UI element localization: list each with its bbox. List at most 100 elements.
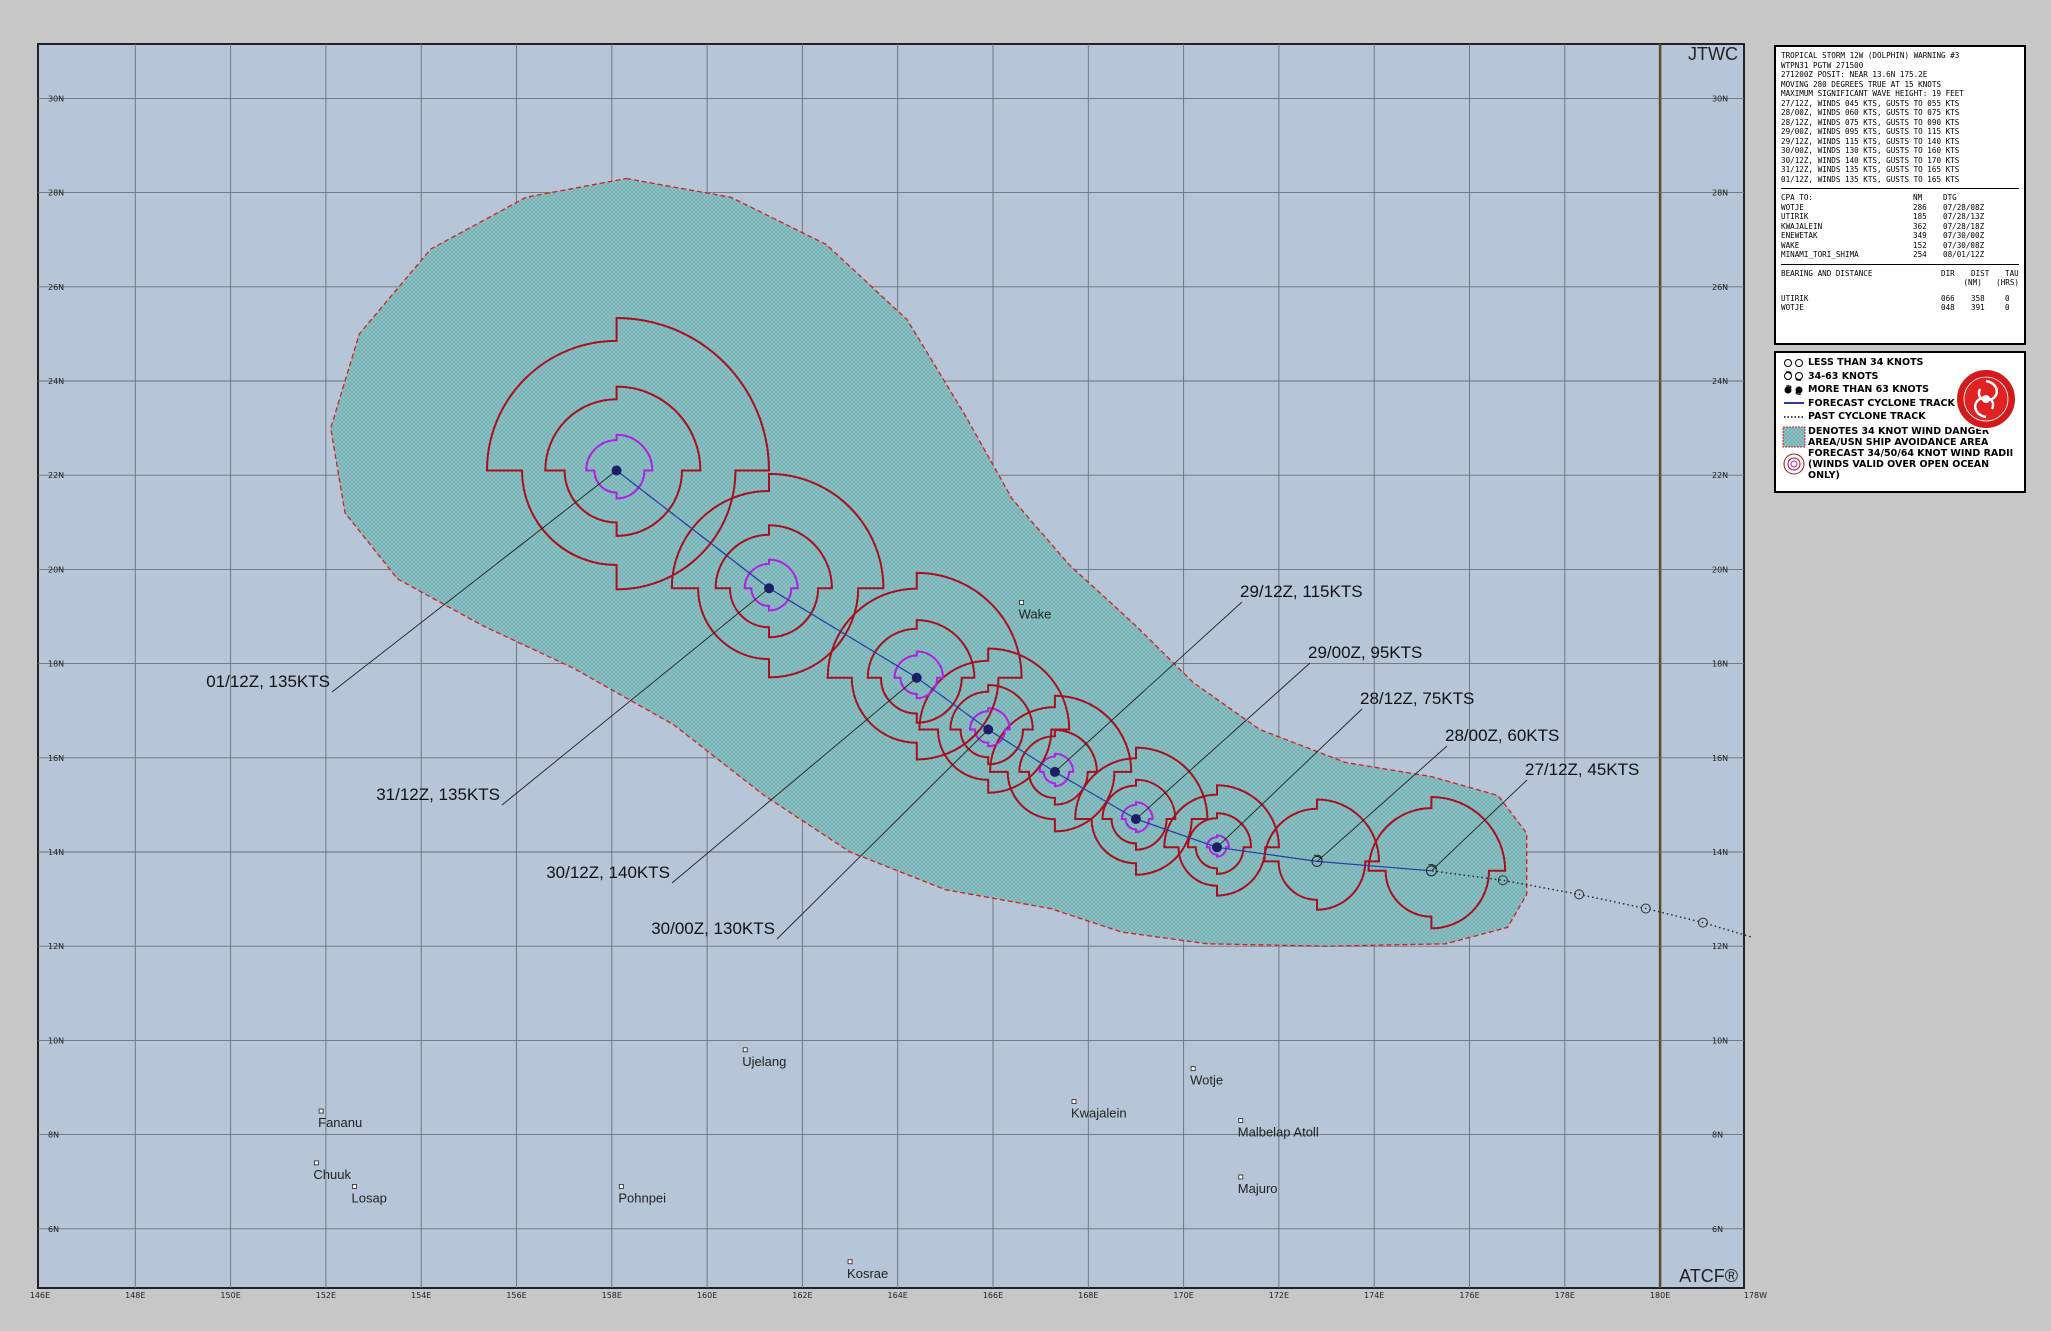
wind-radii-icon xyxy=(1780,452,1808,476)
island-label: Ujelang xyxy=(742,1054,786,1069)
cpa-cell: WOTJE xyxy=(1781,202,1804,212)
lat-tick-label: 26N xyxy=(1712,283,1728,292)
bearing-row: WOTJE 048 391 0 xyxy=(1781,303,2019,313)
solid-line-icon xyxy=(1780,400,1808,406)
cpa-cell: UTIRIK xyxy=(1781,212,1809,221)
bearing-header-nm: (NM) xyxy=(1963,278,1982,287)
island-label: Majuro xyxy=(1238,1181,1278,1196)
cpa-cell: 07/28/13Z xyxy=(1943,212,1985,221)
bearing-cell: 391 xyxy=(1971,303,1985,312)
lat-tick-label: 8N xyxy=(1712,1131,1723,1140)
legend-gt63-label: MORE THAN 63 KNOTS xyxy=(1808,384,1929,396)
cpa-cell: 07/30/08Z xyxy=(1943,240,1985,250)
island-marker xyxy=(1238,1118,1244,1123)
lat-tick-label: 20N xyxy=(48,565,64,574)
lon-tick-label: 162E xyxy=(792,1291,812,1300)
forecast-label: 01/12Z, 135KTS xyxy=(206,672,330,691)
cpa-cell: 07/28/08Z xyxy=(1943,202,1985,212)
lon-tick-label: 154E xyxy=(411,1291,431,1300)
warning-line: TROPICAL STORM 12W (DOLPHIN) WARNING #3 xyxy=(1781,51,1960,60)
island-marker xyxy=(847,1259,853,1265)
cpa-row: WAKE 152 07/30/08Z xyxy=(1781,241,2019,251)
lon-tick-label: 180E xyxy=(1650,1291,1670,1300)
lat-tick-label: 14N xyxy=(48,848,64,857)
lon-tick-label: 164E xyxy=(888,1291,908,1300)
legend-radii-label-1: FORECAST 34/50/64 KNOT WIND RADII xyxy=(1808,447,2014,459)
cpa-cell: WAKE xyxy=(1781,240,1800,250)
cpa-cell: 07/30/00Z xyxy=(1943,231,1985,240)
cpa-cell: 254 xyxy=(1913,250,1927,259)
jtwc-label: JTWC xyxy=(1688,44,1738,64)
jtwc-seal-logo xyxy=(1955,368,2017,430)
cpa-cell: KWAJALEIN xyxy=(1781,221,1823,231)
open-circle-icon xyxy=(1780,358,1808,368)
cpa-cell: 349 xyxy=(1913,231,1927,240)
storm-symbol-icon xyxy=(1780,370,1808,382)
cpa-row: MINAMI_TORI_SHIMA 254 08/01/12Z xyxy=(1781,250,2019,260)
island-marker xyxy=(1071,1099,1077,1105)
lat-tick-label: 30N xyxy=(48,94,64,103)
lon-tick-label: 146E xyxy=(30,1291,50,1300)
warning-header: TROPICAL STORM 12W (DOLPHIN) WARNING #3 W… xyxy=(1781,51,2019,184)
island-label: Wake xyxy=(1019,606,1052,621)
cpa-cell: MINAMI_TORI_SHIMA xyxy=(1781,250,1859,259)
island-label: Losap xyxy=(351,1190,386,1205)
lon-tick-label: 170E xyxy=(1173,1291,1193,1300)
warning-line: MAXIMUM SIGNIFICANT WAVE HEIGHT: 19 FEET xyxy=(1781,89,1964,98)
lon-tick-label: 166E xyxy=(983,1291,1003,1300)
lon-tick-label: 156E xyxy=(506,1291,526,1300)
atcf-label: ATCF® xyxy=(1679,1266,1738,1286)
legend-past-label: PAST CYCLONE TRACK xyxy=(1808,411,1926,423)
lat-tick-label: 24N xyxy=(1712,377,1728,386)
cpa-row: WOTJE 286 07/28/08Z xyxy=(1781,203,2019,213)
bearing-header-units: (NM) (HRS) xyxy=(1781,278,2019,288)
island-label: Chuuk xyxy=(313,1167,351,1182)
lat-tick-label: 18N xyxy=(1712,660,1728,669)
warning-line: 28/12Z, WINDS 075 KTS, GUSTS TO 090 KTS xyxy=(1781,117,1960,127)
lat-tick-label: 22N xyxy=(1712,471,1728,480)
warning-line: 27/12Z, WINDS 045 KTS, GUSTS TO 055 KTS xyxy=(1781,98,1960,108)
warning-line: 28/00Z, WINDS 060 KTS, GUSTS TO 075 KTS xyxy=(1781,108,1960,117)
legend-34-63-label: 34-63 KNOTS xyxy=(1808,370,1879,382)
legend-forecast-label: FORECAST CYCLONE TRACK xyxy=(1808,397,1955,409)
lon-tick-label: 160E xyxy=(697,1291,717,1300)
lat-tick-label: 12N xyxy=(48,942,64,951)
lat-tick-label: 12N xyxy=(1712,942,1728,951)
island-label: Pohnpei xyxy=(618,1190,666,1205)
cyclone-warning-map: 146E 148E 150E 152E 154E 156E 158E 160E 162E 164E… xyxy=(30,43,1767,1300)
legend-wind-radii: FORECAST 34/50/64 KNOT WIND RADII (WINDS … xyxy=(1780,447,2020,481)
warning-line: 271200Z POSIT: NEAR 13.6N 175.2E xyxy=(1781,70,1928,79)
lat-tick-label: 16N xyxy=(48,754,64,763)
cpa-row: ENEWETAK 349 07/30/00Z xyxy=(1781,231,2019,241)
legend-radii-label-2: (WINDS VALID OVER OPEN OCEAN ONLY) xyxy=(1808,458,1990,481)
forecast-label: 28/12Z, 75KTS xyxy=(1360,689,1474,708)
forecast-label: 29/12Z, 115KTS xyxy=(1240,582,1363,601)
lon-tick-label: 158E xyxy=(602,1291,622,1300)
warning-line: WTPN31 PGTW 271500 xyxy=(1781,60,1864,70)
cpa-cell: 07/28/18Z xyxy=(1943,221,1985,231)
lat-tick-label: 16N xyxy=(1712,754,1728,763)
cpa-header-dtg: DTG xyxy=(1943,193,1957,202)
legend-danger-label-2: AREA/USN SHIP AVOIDANCE AREA xyxy=(1808,437,1989,448)
forecast-label: 30/12Z, 140KTS xyxy=(546,863,670,882)
bearing-cell: 358 xyxy=(1971,293,1985,303)
cpa-header: CPA TO: NM DTG xyxy=(1781,193,2019,203)
island-marker xyxy=(618,1184,624,1189)
lat-tick-label: 10N xyxy=(1712,1036,1728,1045)
lat-tick-label: 14N xyxy=(1712,848,1728,857)
lon-tick-label: 178W xyxy=(1744,1291,1767,1300)
forecast-label: 30/00Z, 130KTS xyxy=(651,919,775,938)
island-marker xyxy=(313,1160,319,1166)
island-marker xyxy=(1190,1066,1196,1072)
island-label: Kwajalein xyxy=(1071,1106,1127,1121)
legend-panel: LESS THAN 34 KNOTS 34-63 KNOTS MORE THAN… xyxy=(1774,351,2026,493)
bearing-cell: UTIRIK xyxy=(1781,293,1809,303)
cpa-cell: ENEWETAK xyxy=(1781,231,1818,240)
bearing-cell: 0 xyxy=(2005,293,2010,303)
warning-line: 31/12Z, WINDS 135 KTS, GUSTS TO 165 KTS xyxy=(1781,165,1960,174)
lat-tick-label: 20N xyxy=(1712,565,1728,574)
lat-tick-label: 8N xyxy=(48,1131,59,1140)
bearing-header-title: BEARING AND DISTANCE xyxy=(1781,268,1873,278)
bearing-row: UTIRIK 066 358 0 xyxy=(1781,294,2019,304)
warning-line: 29/12Z, WINDS 115 KTS, GUSTS TO 140 KTS xyxy=(1781,136,1960,146)
